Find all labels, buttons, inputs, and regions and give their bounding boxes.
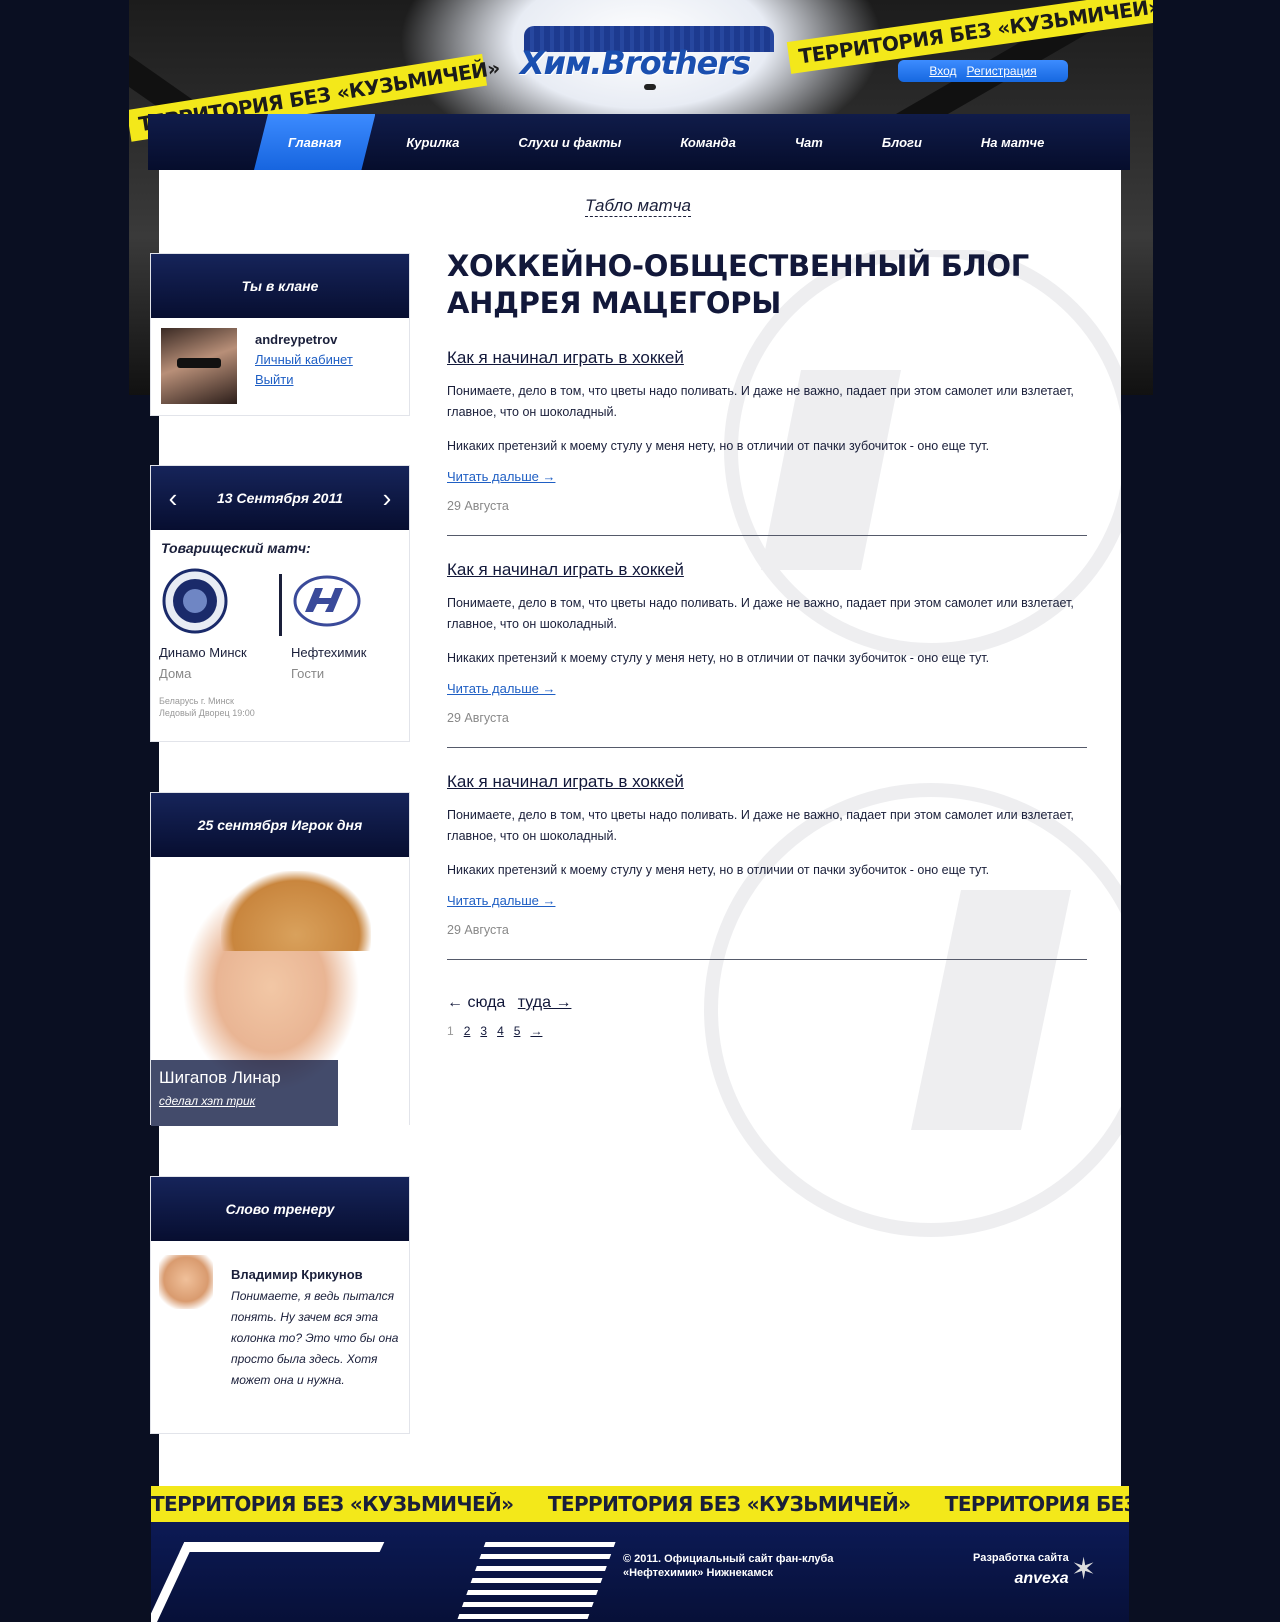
read-more-link[interactable]: Читать дальше → [447,681,555,696]
nav-item-chat[interactable]: Чат [767,114,851,170]
footer: © 2011. Официальный сайт фан-клуба «Нефт… [151,1522,1129,1622]
star-logo-icon: ✶ [1071,1553,1097,1586]
nav-item-smoking-room[interactable]: Курилка [378,114,487,170]
match-date: 13 Сентября 2011 [217,490,343,506]
post-title-link[interactable]: Как я начинал играть в хоккей [447,348,684,368]
nav-item-home[interactable]: Главная [254,114,375,170]
footer-tape-text: ТЕРРИТОРИЯ БЕЗ «КУЗЬМИЧЕЙ» [547,1492,911,1516]
teams-divider [279,574,282,636]
footer-decor-lines [456,1542,616,1622]
page-link[interactable]: 2 [464,1024,471,1038]
away-team-where: Гости [291,666,325,681]
footer-tape: ТЕРРИТОРИЯ БЕЗ «КУЗЬМИЧЕЙ» ТЕРРИТОРИЯ БЕ… [151,1486,1129,1522]
clan-widget: Ты в клане andreypetrov Личный кабинет В… [150,253,410,416]
blog-post: Как я начинал играть в хоккей Понимаете,… [447,322,1087,536]
pager-prev: ← сюда [447,994,506,1011]
pager-next-link[interactable]: туда → [518,994,572,1011]
scoreboard-link[interactable]: Табло матча [585,196,691,217]
home-team-where: Дома [159,666,192,681]
footer-copyright-line1: © 2011. Официальный сайт фан-клуба [623,1553,834,1565]
footer-tape-text: ТЕРРИТОРИЯ БЕЗ «КУЗЬМИЧЕЙ» [151,1492,514,1516]
player-photo[interactable]: Шигапов Линар сделал хэт трик [151,857,409,1126]
away-team-name: Нефтехимик [291,645,367,660]
player-feat-link[interactable]: сделал хэт трик [159,1094,330,1108]
logout-link[interactable]: Выйти [255,372,353,387]
post-paragraph: Понимаете, дело в том, что цветы надо по… [447,808,1074,843]
blog-post: Как я начинал играть в хоккей Понимаете,… [447,748,1087,960]
post-paragraph: Никаких претензий к моему стулу у меня н… [447,863,990,877]
post-paragraph: Никаких претензий к моему стулу у меня н… [447,439,990,453]
player-widget-title: 25 сентября Игрок дня [151,793,409,857]
coach-photo [159,1255,213,1309]
nav-item-at-match[interactable]: На матче [953,114,1072,170]
site-logo[interactable]: Хим.Brothers [502,26,782,96]
user-avatar[interactable] [161,328,237,404]
post-title-link[interactable]: Как я начинал играть в хоккей [447,560,684,580]
page-current: 1 [447,1024,454,1038]
coach-name: Владимир Крикунов [231,1267,363,1282]
dinamo-logo-icon [162,568,228,634]
post-paragraph: Никаких претензий к моему стулу у меня н… [447,651,990,665]
clan-widget-title: Ты в клане [151,254,409,318]
page-link[interactable]: 5 [514,1024,521,1038]
login-link[interactable]: Вход [929,64,956,78]
puck-icon [644,84,656,90]
player-name: Шигапов Линар [159,1068,281,1087]
blog-post: Как я начинал играть в хоккей Понимаете,… [447,536,1087,748]
read-more-link[interactable]: Читать дальше → [447,469,555,484]
match-place-city: Беларусь г. Минск [159,696,234,706]
page-next-arrow-link[interactable]: → [530,1024,542,1038]
match-type: Товарищеский матч: [161,540,311,556]
post-date: 29 Августа [447,923,509,937]
coach-widget: Слово тренеру Владимир Крикунов Понимает… [150,1176,410,1434]
main-column: ХОККЕЙНО-ОБЩЕСТВЕННЫЙ БЛОГ АНДРЕЯ МАЦЕГО… [447,248,1087,1038]
auth-box: Вход Регистрация [898,60,1068,82]
logo-text: Хим.Brothers [520,44,751,82]
footer-copyright: © 2011. Официальный сайт фан-клуба «Нефт… [623,1552,833,1580]
away-team: Нефтехимик Гости [291,568,401,681]
footer-tape-text: ТЕРРИТОРИЯ БЕЗ «КУЗЬМИЧЕЙ» [944,1492,1129,1516]
sunglasses-graphic [177,358,221,368]
post-title-link[interactable]: Как я начинал играть в хоккей [447,772,684,792]
nav-item-rumors[interactable]: Слухи и факты [490,114,649,170]
match-widget-header: ‹ 13 Сентября 2011 › [151,466,409,530]
page-title: ХОККЕЙНО-ОБЩЕСТВЕННЫЙ БЛОГ АНДРЕЯ МАЦЕГО… [447,248,1087,322]
post-paragraph: Понимаете, дело в том, что цветы надо по… [447,384,1074,419]
match-widget: ‹ 13 Сентября 2011 › Товарищеский матч: … [150,465,410,742]
page-link[interactable]: 4 [497,1024,504,1038]
chevron-left-icon[interactable]: ‹ [163,483,183,514]
footer-copyright-line2: «Нефтехимик» Нижнекамск [623,1567,773,1579]
nav-item-team[interactable]: Команда [652,114,763,170]
player-hair-graphic [221,871,371,951]
post-date: 29 Августа [447,499,509,513]
page-link[interactable]: 3 [480,1024,487,1038]
coach-text: Понимаете, я ведь пытался понять. Ну зач… [231,1289,399,1387]
page-title-line1: ХОККЕЙНО-ОБЩЕСТВЕННЫЙ БЛОГ [447,249,1029,283]
cabinet-link[interactable]: Личный кабинет [255,352,353,367]
coach-widget-title: Слово тренеру [151,1177,409,1241]
username: andreypetrov [255,332,338,347]
main-nav: Главная Курилка Слухи и факты Команда Ча… [148,114,1130,170]
match-place: Беларусь г. Минск Ледовый Дворец 19:00 [151,681,409,719]
player-widget: 25 сентября Игрок дня Шигапов Линар сдел… [150,792,410,1126]
footer-decor-shape [151,1542,385,1622]
register-link[interactable]: Регистрация [967,64,1037,78]
footer-dev-label: Разработка сайта [973,1552,1069,1564]
home-team-name: Динамо Минск [159,645,247,660]
post-date: 29 Августа [447,711,509,725]
footer-developer[interactable]: Разработка сайта anvexa [973,1552,1069,1588]
neftekhimik-logo-icon [293,575,361,627]
home-team: Динамо Минск Дома [159,568,269,681]
post-paragraph: Понимаете, дело в том, что цветы надо по… [447,596,1074,631]
page-numbers: 1 2 3 4 5 → [447,1024,1087,1038]
footer-dev-brand: anvexa [1014,1570,1069,1587]
player-caption: Шигапов Линар сделал хэт трик [151,1060,338,1126]
chevron-right-icon[interactable]: › [377,483,397,514]
nav-item-blogs[interactable]: Блоги [854,114,950,170]
pager: ← сюда туда → [447,994,1087,1012]
page-title-line2: АНДРЕЯ МАЦЕГОРЫ [447,286,781,320]
read-more-link[interactable]: Читать дальше → [447,893,555,908]
match-place-venue: Ледовый Дворец 19:00 [159,708,255,718]
